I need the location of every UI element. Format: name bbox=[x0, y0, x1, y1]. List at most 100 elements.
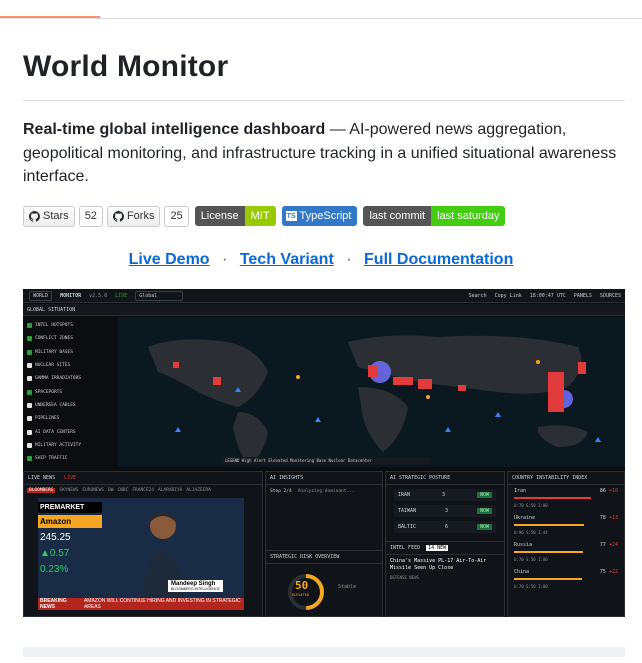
full-docs-link[interactable]: Full Documentation bbox=[364, 251, 513, 268]
news-channel-tabs: BLOOMBERG SKYNEWS EURONEWS DW CNBC FRANC… bbox=[24, 485, 262, 496]
layer-item: INTEL HOTSPOTS bbox=[27, 319, 115, 332]
cii-sub: U:96 S:50 I:44 bbox=[514, 530, 548, 535]
panel-title: LIVE NEWS bbox=[28, 475, 56, 481]
sources-label: SOURCES bbox=[599, 292, 621, 299]
link-separator: · bbox=[346, 251, 352, 268]
license-badge[interactable]: License MIT bbox=[194, 206, 276, 226]
layer-item: CONFLICT ZONES bbox=[27, 332, 115, 345]
layer-checkbox bbox=[27, 323, 32, 329]
intel-feed-title: INTEL FEED 14 NEW bbox=[386, 541, 504, 555]
posture-row: BALTIC 6 NOW bbox=[394, 521, 496, 533]
insights-step: Step 2/4 bbox=[270, 489, 292, 494]
typescript-label: TypeScript bbox=[299, 210, 352, 222]
monitor-title: MONITOR bbox=[60, 292, 82, 299]
forks-count[interactable]: 25 bbox=[164, 205, 189, 227]
ticker-pct: 0.23% bbox=[40, 564, 69, 575]
news-tab: ALARABIYA bbox=[158, 488, 183, 493]
news-tab: SKYNEWS bbox=[59, 488, 79, 493]
cii-score: 78 bbox=[599, 515, 606, 521]
posture-name: TAIWAN bbox=[398, 508, 417, 514]
map-legend: LEGEND High Alert Elevated Monitoring Ba… bbox=[221, 457, 431, 465]
posture-panel: AI STRATEGIC POSTURE IRAN 3 NOW TAIWAN 3 NOW… bbox=[385, 471, 505, 617]
stars-count[interactable]: 52 bbox=[78, 205, 103, 227]
posture-status: NOW bbox=[476, 524, 492, 530]
premarket-label: PREMARKET bbox=[38, 502, 102, 513]
posture-status: NOW bbox=[476, 508, 492, 514]
title-divider bbox=[23, 100, 625, 101]
cii-title: COUNTRY INSTABILITY INDEX bbox=[508, 472, 624, 485]
cii-row: Russia 77 +24 U:70 S:50 I:80 bbox=[508, 539, 624, 562]
cii-sub: U:70 S:50 I:80 bbox=[514, 557, 548, 562]
ai-insights-status: Step 2/4 Analyzing dominant... bbox=[266, 485, 382, 498]
layer-checkbox bbox=[27, 376, 32, 382]
layer-checkbox bbox=[27, 442, 32, 448]
posture-row: TAIWAN 3 NOW bbox=[394, 505, 496, 517]
ticker-name: Amazon bbox=[38, 515, 102, 528]
doc-links: Live Demo · Tech Variant · Full Document… bbox=[0, 251, 642, 269]
cii-sub: U:70 S:50 I:80 bbox=[514, 503, 548, 508]
layer-label: INTEL HOTSPOTS bbox=[35, 323, 73, 329]
layer-item: SHIP TRAFFIC bbox=[27, 452, 115, 465]
cii-score: 77 bbox=[599, 542, 606, 548]
layer-label: PIPELINES bbox=[35, 416, 60, 422]
tech-variant-link[interactable]: Tech Variant bbox=[240, 251, 334, 268]
news-video: PREMARKET Amazon 245.25 ▲0.57 0.23% Mand… bbox=[38, 498, 244, 610]
layer-item: SPACEPORTS bbox=[27, 385, 115, 398]
live-badge: LIVE bbox=[64, 475, 77, 481]
forks-badge[interactable]: Forks bbox=[106, 205, 161, 227]
forks-label: Forks bbox=[126, 210, 155, 222]
cii-bar bbox=[514, 578, 582, 580]
risk-gauge bbox=[288, 574, 324, 610]
posture-count: 6 bbox=[445, 524, 449, 530]
live-demo-link[interactable]: Live Demo bbox=[129, 251, 210, 268]
cii-country: Iran bbox=[514, 488, 527, 494]
breaking-label: BREAKING NEWS bbox=[40, 598, 67, 610]
layer-item: MILITARY ACTIVITY bbox=[27, 439, 115, 452]
breaking-bar: BREAKING NEWS AMAZON WILL CONTINUE HIRIN… bbox=[38, 598, 244, 610]
commit-label: last commit bbox=[363, 206, 432, 226]
stars-badge[interactable]: Stars bbox=[23, 205, 75, 227]
version: v2.5.0 bbox=[89, 292, 108, 299]
live-label: LIVE bbox=[115, 292, 128, 299]
layer-label: AI DATA CENTERS bbox=[35, 429, 76, 435]
cii-score: 75 bbox=[599, 569, 606, 575]
cii-country: Ukraine bbox=[514, 515, 536, 521]
trend-label: Stable bbox=[338, 584, 357, 590]
typescript-badge[interactable]: TS TypeScript bbox=[281, 206, 358, 226]
layer-checkbox bbox=[27, 429, 32, 435]
dashboard-screenshot: WORLD MONITOR v2.5.0 LIVE Global Search … bbox=[23, 289, 625, 617]
layer-item: AI DATA CENTERS bbox=[27, 425, 115, 438]
cii-bar bbox=[514, 497, 592, 499]
guest-nameplate: Mandeep Singh BLOOMBERG INTELLIGENCE bbox=[168, 580, 223, 592]
layer-label: SHIP TRAFFIC bbox=[35, 456, 68, 462]
posture-name: BALTIC bbox=[398, 524, 417, 530]
live-news-panel: LIVE NEWS LIVE BLOOMBERG SKYNEWS EURONEW… bbox=[23, 471, 263, 617]
posture-status: NOW bbox=[476, 492, 492, 498]
cii-row: Iran 86 +10 U:70 S:50 I:80 bbox=[508, 485, 624, 508]
copy-link: Copy Link bbox=[494, 292, 522, 299]
risk-score: 50 bbox=[295, 579, 309, 592]
layer-label: CONFLICT ZONES bbox=[35, 336, 73, 342]
posture-title: AI STRATEGIC POSTURE bbox=[386, 472, 504, 485]
layer-label: GAMMA IRRADIATORS bbox=[35, 376, 82, 382]
global-situation-header: GLOBAL SITUATION bbox=[23, 304, 625, 316]
layer-item: MILITARY BASES bbox=[27, 346, 115, 359]
last-commit-badge[interactable]: last commit last saturday bbox=[363, 206, 506, 226]
stars-label: Stars bbox=[43, 210, 69, 222]
layer-label: MILITARY BASES bbox=[35, 349, 73, 355]
posture-row: IRAN 3 NOW bbox=[394, 489, 496, 501]
layer-checkbox bbox=[27, 416, 32, 422]
layer-checkbox bbox=[27, 402, 32, 408]
ai-insights-title: AI INSIGHTS bbox=[266, 472, 382, 485]
license-value: MIT bbox=[244, 206, 276, 226]
world-map bbox=[118, 317, 625, 467]
layer-item: NUCLEAR SITES bbox=[27, 359, 115, 372]
posture-count: 3 bbox=[442, 492, 446, 498]
cii-bar bbox=[514, 551, 584, 553]
readme-title: World Monitor bbox=[23, 50, 229, 83]
instability-index-panel: COUNTRY INSTABILITY INDEX Iran 86 +10 U:7… bbox=[507, 471, 625, 617]
repo-nav bbox=[0, 0, 642, 19]
posture-count: 3 bbox=[445, 508, 449, 514]
cii-delta: +10 bbox=[608, 488, 618, 494]
github-icon bbox=[29, 210, 40, 222]
